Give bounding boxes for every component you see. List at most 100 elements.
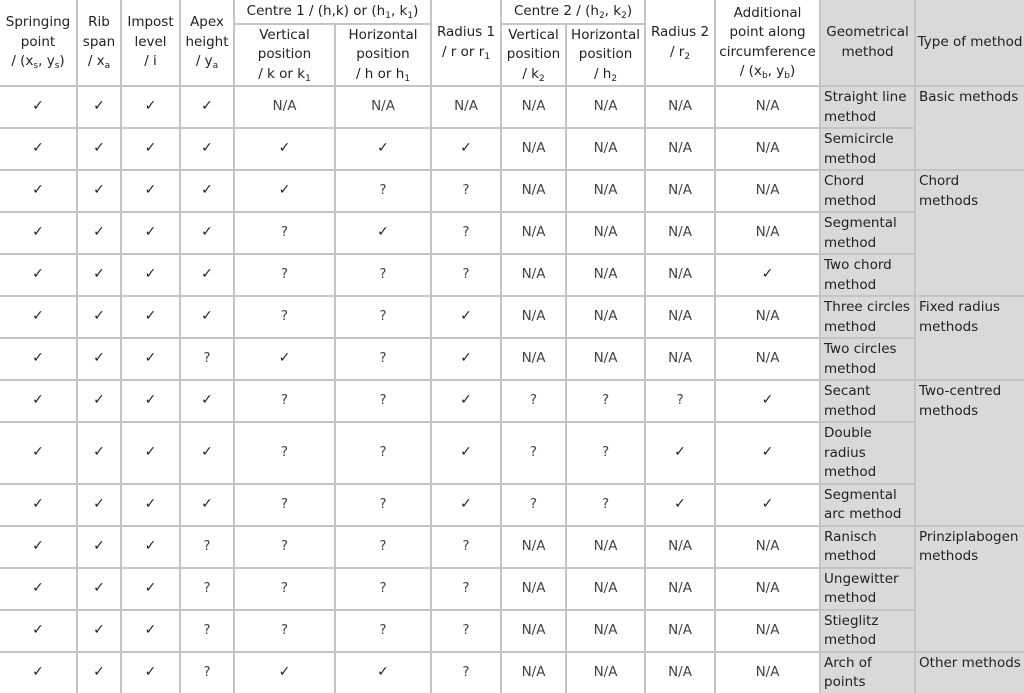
header-label: Impost level bbox=[127, 14, 174, 50]
cell-springing-point: ✓ bbox=[0, 253, 78, 297]
cell-geometrical-method: Segmental arc method bbox=[819, 482, 916, 527]
header-geometrical-method: Geometrical method bbox=[819, 0, 917, 87]
cell-additional-point: ✓ bbox=[714, 379, 822, 423]
table-body: ✓ ✓ ✓ ✓ N/A N/A N/A N/A N/A N/A N/A Straight line m… bbox=[0, 85, 1024, 693]
header-label: Radius 1 bbox=[436, 24, 496, 40]
cell-centre-1-horizontal: ? bbox=[333, 566, 433, 611]
cell-rib-span: ✓ bbox=[76, 169, 122, 213]
header-type-of-method: Type of method bbox=[914, 0, 1024, 87]
cell-centre-2-horizontal: ? bbox=[565, 482, 647, 527]
cell-centre-1-vertical: ✓ bbox=[233, 127, 336, 171]
cell-radius-1: ✓ bbox=[430, 295, 503, 339]
cell-centre-1-vertical: ? bbox=[233, 253, 336, 297]
geometrical-methods-table: Springing point / (xs, ys) Rib span / xa… bbox=[0, 0, 1024, 693]
table-row: ✓ ✓ ✓ ✓? ✓? N/A N/A N/A N/A Segmental method bbox=[0, 211, 1024, 255]
header-springing-point: Springing point / (xs, ys) bbox=[0, 0, 78, 87]
cell-radius-1: ✓ bbox=[430, 127, 503, 171]
cell-rib-span: ✓ bbox=[76, 608, 122, 653]
table-row: ✓ ✓ ✓???? N/A N/A N/A N/A Ungewitter method bbox=[0, 566, 1024, 611]
cell-centre-1-vertical: ✓ bbox=[233, 169, 336, 213]
cell-rib-span: ✓ bbox=[76, 211, 122, 255]
cell-rib-span: ✓ bbox=[76, 566, 122, 611]
cell-centre-2-horizontal: N/A bbox=[565, 295, 647, 339]
cell-apex-height: ? bbox=[179, 566, 235, 611]
cell-centre-2-vertical: ? bbox=[500, 421, 568, 485]
cell-centre-1-horizontal: ? bbox=[333, 524, 433, 569]
cell-geometrical-method: Semicircle method bbox=[819, 127, 916, 171]
cell-impost-level: ✓ bbox=[120, 295, 181, 339]
cell-apex-height: ✓ bbox=[179, 169, 235, 213]
cell-centre-2-vertical: N/A bbox=[500, 169, 568, 213]
header-apex-height: Apex height / ya bbox=[179, 0, 235, 87]
cell-impost-level: ✓ bbox=[120, 379, 181, 423]
cell-impost-level: ✓ bbox=[120, 127, 181, 171]
cell-impost-level: ✓ bbox=[120, 608, 181, 653]
cell-centre-2-vertical: N/A bbox=[500, 566, 568, 611]
cell-rib-span: ✓ bbox=[76, 337, 122, 381]
cell-springing-point: ✓ bbox=[0, 85, 78, 129]
cell-radius-1: ✓ bbox=[430, 379, 503, 423]
cell-centre-1-vertical: ? bbox=[233, 608, 336, 653]
header-variable: / (xs, ys) bbox=[11, 53, 65, 72]
cell-impost-level: ✓ bbox=[120, 524, 181, 569]
cell-radius-1: ✓ bbox=[430, 482, 503, 527]
header-rib-span: Rib span / xa bbox=[76, 0, 122, 87]
header-label: Rib span bbox=[82, 14, 116, 50]
cell-radius-1: ? bbox=[430, 650, 503, 693]
cell-springing-point: ✓ bbox=[0, 169, 78, 213]
cell-additional-point: N/A bbox=[714, 608, 822, 653]
cell-additional-point: ✓ bbox=[714, 482, 822, 527]
cell-springing-point: ✓ bbox=[0, 608, 78, 653]
cell-centre-2-horizontal: N/A bbox=[565, 169, 647, 213]
cell-centre-1-horizontal: ✓ bbox=[333, 211, 433, 255]
cell-springing-point: ✓ bbox=[0, 524, 78, 569]
cell-centre-2-horizontal: N/A bbox=[565, 127, 647, 171]
cell-additional-point: N/A bbox=[714, 524, 822, 569]
cell-radius-2: N/A bbox=[644, 253, 717, 297]
table-row: ✓ ✓ ✓???? N/A N/A N/A N/A Stieglitz method bbox=[0, 608, 1024, 653]
cell-centre-2-horizontal: ? bbox=[565, 421, 647, 485]
header-variable: / (xb, yb) bbox=[739, 63, 796, 81]
cell-radius-2: ? bbox=[644, 379, 717, 423]
table-row: ✓ ✓ ✓ ✓ ✓?? N/A N/A N/A N/A Chord method Chord met… bbox=[0, 169, 1024, 297]
header-variable: / i bbox=[144, 53, 157, 70]
cell-radius-2: ✓ bbox=[644, 421, 717, 485]
header-radius-1: Radius 1 / r or r1 bbox=[430, 0, 503, 87]
cell-apex-height: ✓ bbox=[179, 421, 235, 485]
cell-radius-1: ? bbox=[430, 253, 503, 297]
cell-radius-2: N/A bbox=[644, 650, 717, 693]
cell-springing-point: ✓ bbox=[0, 127, 78, 171]
cell-geometrical-method: Ungewitter method bbox=[819, 566, 916, 611]
cell-geometrical-method: Segmental method bbox=[819, 211, 916, 255]
cell-apex-height: ✓ bbox=[179, 379, 235, 423]
cell-impost-level: ✓ bbox=[120, 650, 181, 693]
cell-centre-1-vertical: ? bbox=[233, 379, 336, 423]
cell-additional-point: ✓ bbox=[714, 253, 822, 297]
cell-apex-height: ✓ bbox=[179, 295, 235, 339]
table-header: Springing point / (xs, ys) Rib span / xa… bbox=[0, 0, 1024, 87]
cell-additional-point: ✓ bbox=[714, 421, 822, 485]
cell-centre-1-vertical: ? bbox=[233, 421, 336, 485]
table-row: ✓ ✓ ✓ ✓?? ✓?? ✓ ✓ Segmental arc method bbox=[0, 482, 1024, 527]
cell-centre-2-vertical: N/A bbox=[500, 127, 568, 171]
cell-springing-point: ✓ bbox=[0, 421, 78, 485]
cell-centre-1-vertical: ? bbox=[233, 482, 336, 527]
cell-geometrical-method: Straight line method bbox=[819, 85, 917, 129]
cell-centre-1-horizontal: ✓ bbox=[333, 650, 433, 693]
cell-impost-level: ✓ bbox=[120, 211, 181, 255]
cell-rib-span: ✓ bbox=[76, 482, 122, 527]
cell-springing-point: ✓ bbox=[0, 482, 78, 527]
cell-radius-1: ? bbox=[430, 169, 503, 213]
cell-apex-height: ✓ bbox=[179, 85, 235, 129]
cell-centre-1-vertical: ? bbox=[233, 566, 336, 611]
cell-centre-1-vertical: ? bbox=[233, 524, 336, 569]
header-variable: / r or r1 bbox=[441, 43, 491, 62]
cell-additional-point: N/A bbox=[714, 650, 822, 693]
cell-centre-2-horizontal: N/A bbox=[565, 211, 647, 255]
table-row: ✓ ✓ ✓ ✓?? ✓ N/A N/A N/A N/A Three circles method F… bbox=[0, 295, 1024, 381]
cell-rib-span: ✓ bbox=[76, 650, 122, 693]
cell-additional-point: N/A bbox=[714, 337, 822, 381]
cell-additional-point: N/A bbox=[714, 211, 822, 255]
cell-radius-2: N/A bbox=[644, 211, 717, 255]
cell-centre-1-horizontal: ? bbox=[333, 337, 433, 381]
